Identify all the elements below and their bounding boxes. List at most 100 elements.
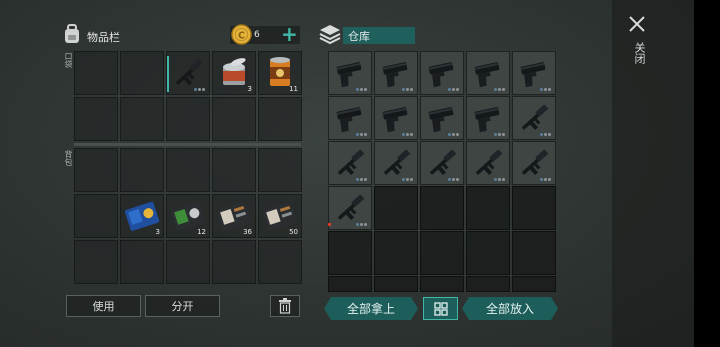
selection-bar <box>167 56 169 92</box>
backpack-slot[interactable] <box>212 240 256 284</box>
warehouse-slot-pistol[interactable] <box>328 96 372 140</box>
warehouse-slot-rifle[interactable] <box>512 141 556 185</box>
warehouse-slot[interactable] <box>374 231 418 275</box>
card-green-icon <box>170 201 206 231</box>
warehouse-slot-pistol[interactable] <box>420 51 464 95</box>
put-all-button[interactable]: 全部放入 <box>462 297 558 320</box>
pocket-slot-canned-food-orange[interactable]: 11 <box>258 51 302 95</box>
canned-food-icon <box>223 58 246 85</box>
warehouse-slot[interactable] <box>328 231 372 275</box>
backpack-slot[interactable] <box>258 148 302 192</box>
backpack-slot[interactable] <box>120 240 164 284</box>
pocket-slot-rifle[interactable] <box>166 51 210 95</box>
rarity-dots <box>494 88 505 91</box>
backpack-icon <box>65 24 79 43</box>
warehouse-slot[interactable] <box>420 186 464 230</box>
rifle-icon <box>521 104 549 131</box>
backpack-slot-card-blue[interactable]: 3 <box>120 194 164 238</box>
warehouse-slot-pistol[interactable] <box>466 51 510 95</box>
backpack-slot[interactable] <box>166 240 210 284</box>
close-label: 关闭 <box>633 42 646 64</box>
pistol-icon <box>336 62 362 88</box>
sort-button[interactable] <box>423 297 458 320</box>
pocket-slot-canned-food[interactable]: 3 <box>212 51 256 95</box>
backpack-slot[interactable] <box>120 148 164 192</box>
warehouse-slot-pistol[interactable] <box>466 96 510 140</box>
backpack-slot-card-green[interactable]: 12 <box>166 194 210 238</box>
inventory-title: 物品栏 <box>87 31 120 44</box>
rarity-dots <box>402 88 413 91</box>
pocket-slot[interactable] <box>74 97 118 141</box>
use-button[interactable]: 使用 <box>66 295 141 317</box>
new-item-marker <box>328 223 331 226</box>
warehouse-slot-pistol[interactable] <box>328 51 372 95</box>
rifle-icon <box>337 149 365 176</box>
backpack-slot-card-brown[interactable]: 36 <box>212 194 256 238</box>
warehouse-slot-rifle[interactable] <box>466 141 510 185</box>
backpack-slot[interactable] <box>74 194 118 238</box>
warehouse-slot-rifle[interactable] <box>512 96 556 140</box>
warehouse-slot[interactable] <box>466 231 510 275</box>
pistol-icon <box>428 62 454 88</box>
add-coins-icon[interactable]: + <box>281 24 298 44</box>
rarity-dots <box>194 88 205 91</box>
rifle-icon <box>383 149 411 176</box>
rarity-dots <box>540 88 551 91</box>
warehouse-slot[interactable] <box>512 276 556 292</box>
pocket-slot[interactable] <box>212 97 256 141</box>
warehouse-slot-pistol[interactable] <box>420 96 464 140</box>
rarity-dots <box>448 88 459 91</box>
rifle-icon <box>337 194 365 221</box>
split-button[interactable]: 分开 <box>145 295 220 317</box>
warehouse-slot-rifle[interactable] <box>328 141 372 185</box>
warehouse-title: 仓库 <box>348 30 370 43</box>
warehouse-slot[interactable] <box>420 276 464 292</box>
item-count: 11 <box>289 85 298 93</box>
rarity-dots <box>356 133 367 136</box>
warehouse-slot[interactable] <box>328 276 372 292</box>
warehouse-slot[interactable] <box>466 186 510 230</box>
warehouse-slot-rifle[interactable] <box>420 141 464 185</box>
item-count: 3 <box>155 228 160 236</box>
take-all-button[interactable]: 全部拿上 <box>324 297 418 320</box>
close-icon[interactable] <box>627 14 647 34</box>
warehouse-slot[interactable] <box>374 276 418 292</box>
warehouse-slot-pistol[interactable] <box>374 51 418 95</box>
warehouse-slot-rifle[interactable] <box>328 186 372 230</box>
backpack-slot[interactable] <box>74 148 118 192</box>
warehouse-slot[interactable] <box>466 276 510 292</box>
card-blue-icon <box>124 201 160 231</box>
warehouse-slot[interactable] <box>512 231 556 275</box>
backpack-slot-card-brown-2[interactable]: 50 <box>258 194 302 238</box>
svg-text:C: C <box>238 30 245 41</box>
pocket-slot[interactable] <box>120 51 164 95</box>
backpack-slot[interactable] <box>74 240 118 284</box>
pistol-icon <box>474 62 500 88</box>
rarity-dots <box>494 178 505 181</box>
pistol-icon <box>382 62 408 88</box>
pocket-slot[interactable] <box>74 51 118 95</box>
backpack-slot[interactable] <box>258 240 302 284</box>
rifle-icon <box>475 149 503 176</box>
pocket-slot[interactable] <box>166 97 210 141</box>
canned-food-orange-icon <box>270 57 290 86</box>
section-divider <box>74 143 301 146</box>
rarity-dots <box>540 133 551 136</box>
warehouse-slot[interactable] <box>512 186 556 230</box>
rarity-dots <box>402 178 413 181</box>
grid-sort-icon <box>433 301 448 316</box>
pistol-icon <box>336 107 362 133</box>
backpack-slot[interactable] <box>166 148 210 192</box>
warehouse-slot[interactable] <box>374 186 418 230</box>
warehouse-slot-pistol[interactable] <box>374 96 418 140</box>
card-brown-icon <box>216 201 252 231</box>
pocket-slot[interactable] <box>258 97 302 141</box>
backpack-slot[interactable] <box>212 148 256 192</box>
pocket-slot[interactable] <box>120 97 164 141</box>
coin-icon: C <box>231 24 252 45</box>
warehouse-slot-rifle[interactable] <box>374 141 418 185</box>
card-brown-2-icon <box>262 201 298 231</box>
warehouse-slot[interactable] <box>420 231 464 275</box>
warehouse-slot-pistol[interactable] <box>512 51 556 95</box>
trash-button[interactable] <box>270 295 300 317</box>
